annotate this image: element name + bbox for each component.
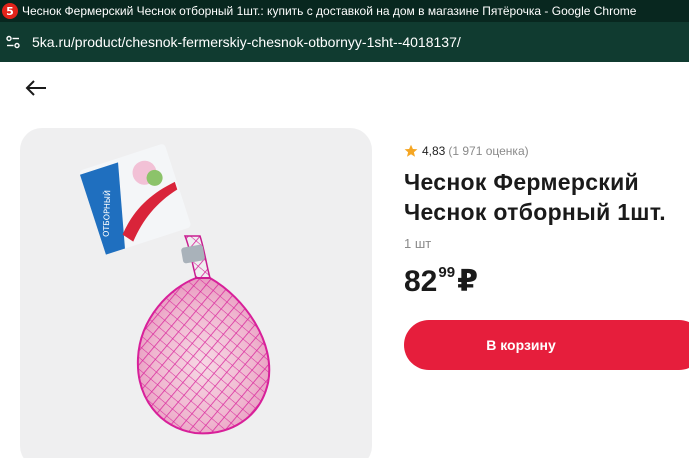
garlic-net-image: ОТБОРНЫЙ — [79, 144, 271, 435]
rating-value: 4,83 — [422, 144, 446, 158]
product-image[interactable]: ОТБОРНЫЙ — [20, 128, 372, 458]
pyaterochka-favicon-icon: 5 — [2, 3, 18, 19]
product-unit: 1 шт — [404, 236, 432, 251]
star-icon — [404, 144, 418, 157]
product-rating[interactable]: 4,83 (1 971 оценка) — [404, 144, 529, 158]
tune-icon[interactable] — [4, 33, 22, 51]
address-bar[interactable]: 5ka.ru/product/chesnok-fermerskiy-chesno… — [0, 22, 689, 62]
product-title: Чеснок Фермерский Чеснок отборный 1шт. — [404, 167, 689, 227]
window-title: Чеснок Фермерский Чеснок отборный 1шт.: … — [22, 4, 637, 18]
add-to-cart-button[interactable]: В корзину — [404, 320, 689, 370]
arrow-left-icon — [25, 80, 46, 96]
product-title-line1: Чеснок Фермерский — [404, 169, 639, 195]
url-text[interactable]: 5ka.ru/product/chesnok-fermerskiy-chesno… — [32, 34, 461, 50]
price-kopecks: 99 — [438, 264, 456, 281]
browser-title-bar: 5 Чеснок Фермерский Чеснок отборный 1шт.… — [0, 0, 689, 22]
product-price: 82 99 ₽ — [404, 262, 478, 302]
price-rubles: 82 — [404, 265, 438, 298]
product-title-line2: Чеснок отборный 1шт. — [404, 199, 666, 225]
rating-count[interactable]: (1 971 оценка) — [448, 144, 528, 158]
back-button[interactable] — [22, 76, 50, 100]
currency-sign: ₽ — [457, 265, 478, 298]
